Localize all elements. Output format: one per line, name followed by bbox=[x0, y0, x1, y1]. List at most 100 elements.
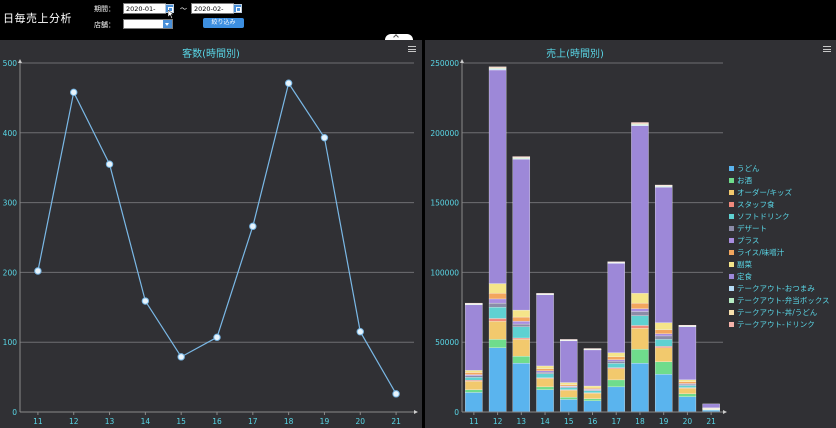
bar-segment bbox=[654, 322, 673, 330]
bar-segment bbox=[631, 125, 649, 294]
data-point bbox=[249, 222, 257, 231]
legend-label: 副菜 bbox=[737, 260, 752, 269]
bar-segment bbox=[465, 374, 483, 376]
legend-label: オーダー/キッズ bbox=[737, 188, 793, 197]
legend-item[interactable]: オーダー/キッズ bbox=[729, 187, 829, 199]
data-point bbox=[356, 328, 364, 336]
bar-segment bbox=[560, 390, 578, 398]
bar-segment bbox=[560, 399, 578, 413]
bar-segment bbox=[607, 363, 625, 368]
bar-segment bbox=[465, 372, 483, 375]
bar-segment bbox=[583, 400, 602, 413]
bar-segment bbox=[654, 374, 673, 413]
bar-segment bbox=[512, 321, 531, 325]
y-tick-label: 150000 bbox=[430, 199, 459, 208]
legend-item[interactable]: テークアウト-ドリンク bbox=[729, 319, 829, 331]
mouse-cursor-icon bbox=[168, 10, 174, 19]
bar-segment bbox=[488, 321, 507, 340]
y-tick-label: 100 bbox=[3, 338, 18, 347]
data-point bbox=[34, 267, 42, 275]
bar-segment bbox=[678, 379, 697, 382]
x-tick-label: 20 bbox=[355, 417, 365, 426]
x-tick-label: 20 bbox=[683, 417, 693, 426]
bar-segment bbox=[631, 362, 649, 413]
bar-segment bbox=[465, 370, 483, 373]
bar-segment bbox=[607, 356, 625, 360]
legend-item[interactable]: ソフトドリンク bbox=[729, 211, 829, 223]
bar-segment bbox=[631, 315, 649, 326]
bar-segment bbox=[678, 326, 697, 380]
y-axis-arrow bbox=[460, 59, 464, 63]
bar-segment bbox=[607, 367, 625, 369]
x-tick-label: 21 bbox=[391, 417, 401, 426]
bar-segment bbox=[678, 388, 697, 395]
legend-item[interactable]: テークアウト-弁当ボックス bbox=[729, 295, 829, 307]
legend-swatch bbox=[729, 214, 734, 219]
x-tick-label: 16 bbox=[212, 417, 222, 426]
bar-segment bbox=[583, 398, 602, 401]
bar-segment bbox=[536, 293, 554, 294]
bar-segment bbox=[560, 382, 578, 385]
bar-segment bbox=[512, 323, 531, 327]
bar-segment bbox=[465, 389, 483, 393]
legend-item[interactable]: テークアウト-丼/うどん bbox=[729, 307, 829, 319]
customer-count-chart: 0 100 200 300 400 500 11 12 13 14 15 16 17 18 19 20 21 bbox=[3, 59, 418, 426]
y-tick-label: 50000 bbox=[435, 338, 459, 347]
y-tick-label: 0 bbox=[12, 408, 17, 417]
bar-segment bbox=[654, 187, 673, 323]
date-from-input[interactable]: 2020-01-01 bbox=[123, 3, 166, 21]
legend-swatch bbox=[729, 226, 734, 231]
bar-segment bbox=[583, 385, 602, 389]
bar-segment bbox=[512, 337, 531, 340]
legend-swatch bbox=[729, 190, 734, 195]
x-tick-label: 18 bbox=[635, 417, 645, 426]
legend-label: テークアウト-丼/うどん bbox=[737, 308, 818, 317]
bar-segment bbox=[654, 329, 673, 334]
x-tick-label: 19 bbox=[320, 417, 330, 426]
data-point bbox=[70, 88, 78, 97]
y-tick-label: 250000 bbox=[430, 59, 459, 68]
legend-label: ライス/味噌汁 bbox=[737, 248, 785, 257]
date-to-calendar-icon[interactable] bbox=[233, 4, 242, 13]
bar-segment bbox=[654, 347, 673, 362]
legend-item[interactable]: うどん bbox=[729, 163, 829, 175]
bar-segment bbox=[560, 384, 578, 387]
filter-button[interactable]: 絞り込み bbox=[203, 18, 244, 28]
legend-item[interactable]: 定食 bbox=[729, 271, 829, 283]
bar-segment bbox=[607, 361, 625, 364]
legend-item[interactable]: デザート bbox=[729, 223, 829, 235]
legend-label: スタッフ食 bbox=[737, 200, 775, 209]
bar-segment bbox=[631, 349, 649, 364]
x-tick-label: 12 bbox=[493, 417, 503, 426]
bar-segment bbox=[654, 333, 673, 337]
x-axis-arrow bbox=[414, 410, 418, 414]
legend-label: ソフトドリンク bbox=[737, 212, 790, 221]
data-point bbox=[392, 390, 400, 398]
legend-item[interactable]: スタッフ食 bbox=[729, 199, 829, 211]
legend-item[interactable]: お酒 bbox=[729, 175, 829, 187]
legend-swatch bbox=[729, 310, 734, 315]
store-select[interactable] bbox=[123, 19, 173, 29]
bar-segment bbox=[536, 373, 554, 378]
period-label: 期間： bbox=[94, 5, 115, 13]
bar-segment bbox=[536, 378, 554, 388]
bar-segment bbox=[536, 372, 554, 374]
legend-item[interactable]: 副菜 bbox=[729, 259, 829, 271]
x-tick-label: 19 bbox=[659, 417, 669, 426]
data-point bbox=[284, 79, 293, 87]
bar-segment bbox=[512, 156, 531, 158]
x-tick-label: 14 bbox=[540, 417, 550, 426]
legend-swatch bbox=[729, 250, 734, 255]
date-to-input[interactable]: 2020-02-01 bbox=[191, 3, 234, 21]
bar-segment bbox=[607, 386, 625, 413]
bar-segment bbox=[488, 69, 507, 284]
bar-segment bbox=[607, 261, 625, 263]
legend-item[interactable]: テークアウト-おつまみ bbox=[729, 283, 829, 295]
x-tick-label: 17 bbox=[248, 417, 258, 426]
customer-count-line bbox=[37, 81, 397, 395]
bar-segment bbox=[631, 308, 649, 312]
legend-item[interactable]: プラス bbox=[729, 235, 829, 247]
bar-segment bbox=[512, 356, 531, 364]
legend-item[interactable]: ライス/味噌汁 bbox=[729, 247, 829, 259]
x-tick-label: 11 bbox=[33, 417, 43, 426]
